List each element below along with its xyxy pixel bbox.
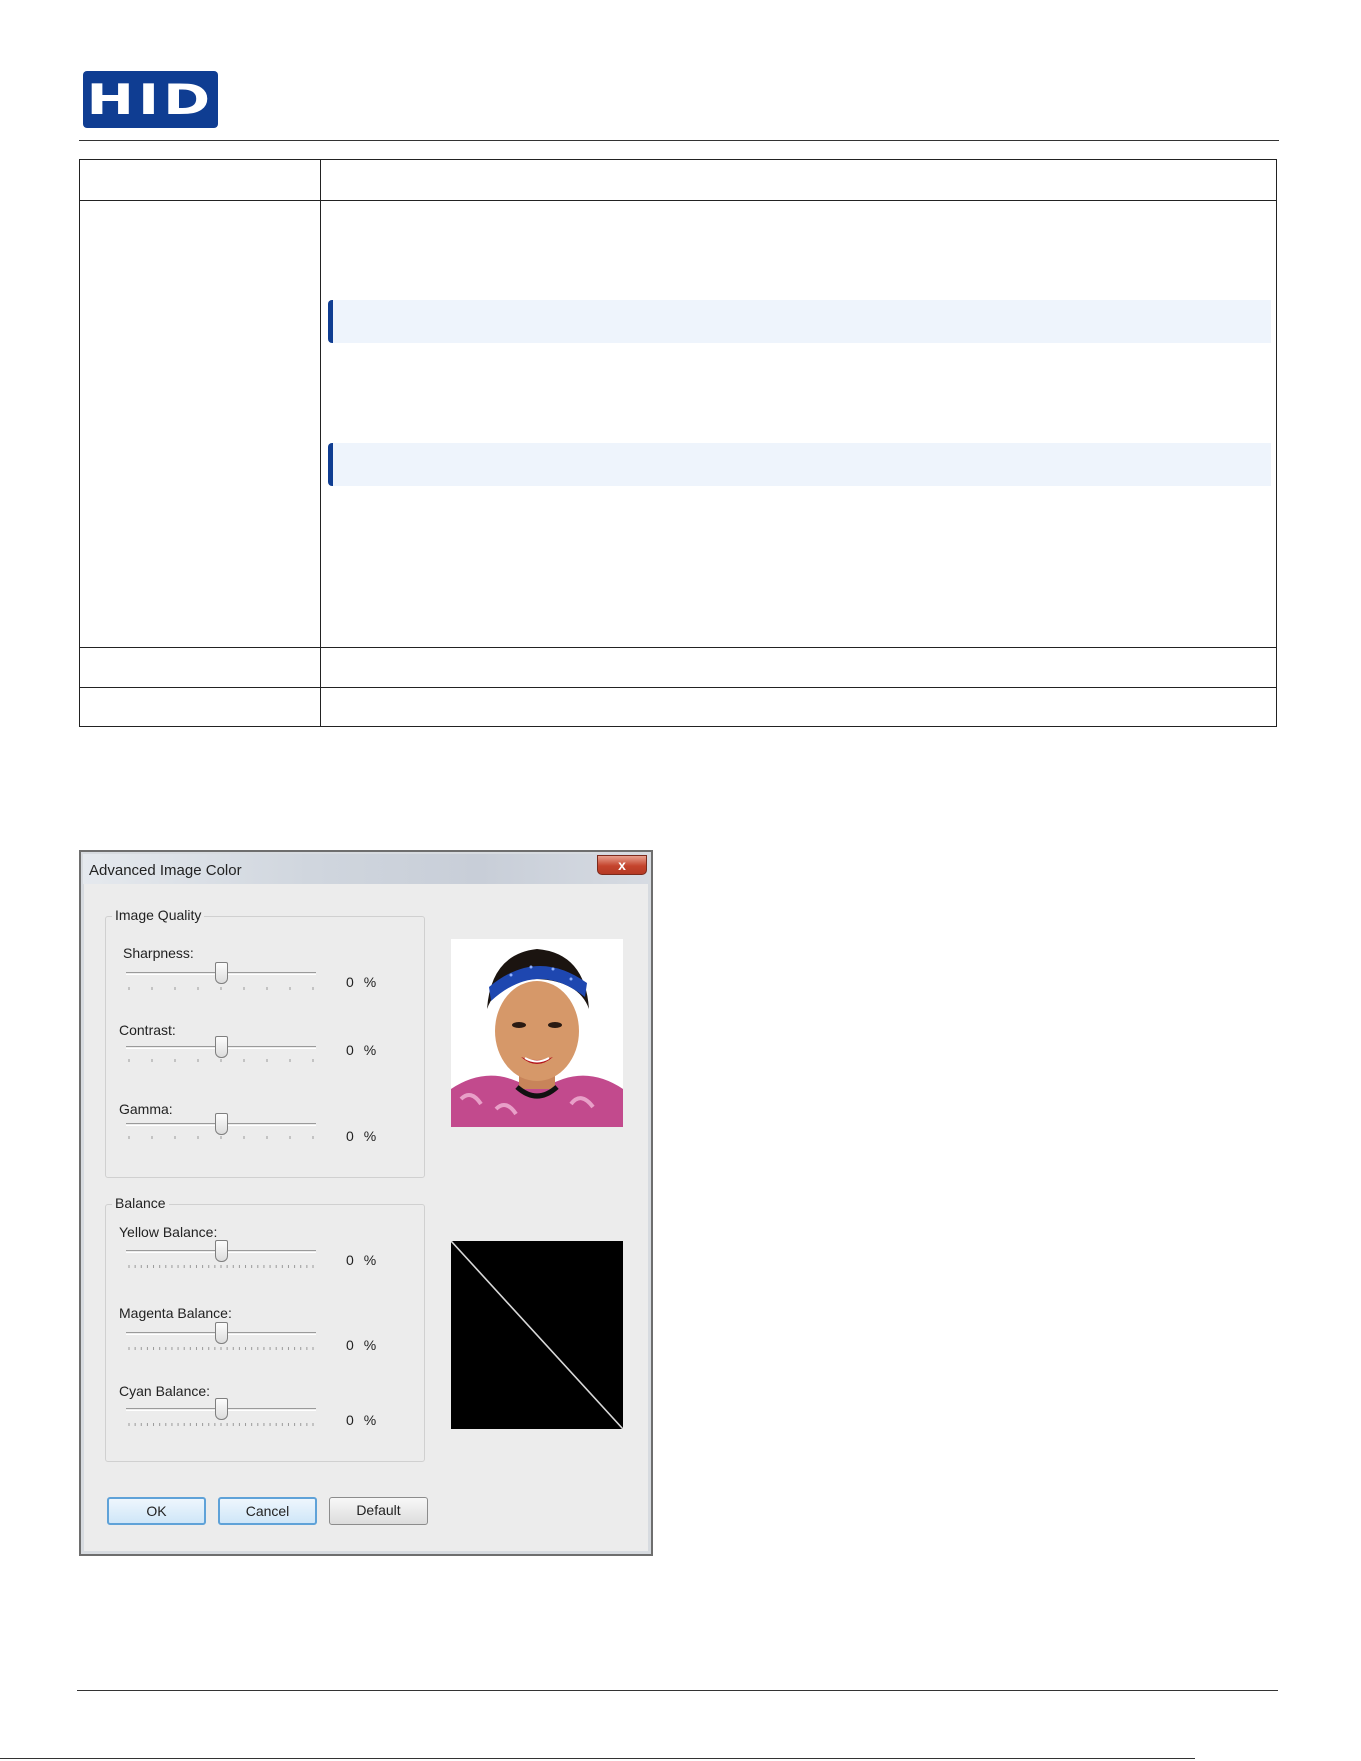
header-divider — [79, 140, 1279, 141]
yellow-balance-slider-thumb[interactable] — [215, 1240, 228, 1262]
yellow-balance-value: 0% — [346, 1252, 377, 1268]
gamma-value: 0% — [346, 1128, 377, 1144]
footer-divider — [77, 1690, 1278, 1691]
magenta-balance-slider-thumb[interactable] — [215, 1322, 228, 1344]
yellow-balance-label: Yellow Balance: — [119, 1224, 218, 1240]
note-callout — [328, 443, 1271, 486]
image-quality-legend: Image Quality — [112, 907, 205, 923]
gamma-slider-ticks — [128, 1136, 314, 1139]
default-button[interactable]: Default — [329, 1497, 428, 1525]
dialog-titlebar[interactable]: Advanced Image Color x — [83, 854, 649, 884]
yellow-balance-slider-ticks — [128, 1265, 314, 1268]
contrast-label: Contrast: — [119, 1022, 176, 1038]
cancel-button[interactable]: Cancel — [218, 1497, 317, 1525]
magenta-balance-label: Magenta Balance: — [119, 1305, 232, 1321]
close-button[interactable]: x — [597, 855, 647, 875]
sharpness-slider-thumb[interactable] — [215, 962, 228, 984]
balance-curve-preview — [451, 1241, 623, 1429]
content-table — [79, 159, 1277, 727]
note-callout — [328, 300, 1271, 343]
magenta-balance-slider-ticks — [128, 1347, 314, 1350]
cyan-balance-label: Cyan Balance: — [119, 1383, 211, 1399]
preview-photo — [451, 939, 623, 1127]
contrast-value: 0% — [346, 1042, 377, 1058]
close-icon: x — [618, 857, 626, 873]
cyan-balance-value: 0% — [346, 1412, 377, 1428]
cyan-balance-slider-thumb[interactable] — [215, 1398, 228, 1420]
bottom-divider — [0, 1758, 1195, 1759]
sharpness-label: Sharpness: — [123, 945, 194, 961]
table-header-row-divider — [80, 200, 1276, 201]
sharpness-value: 0% — [346, 974, 377, 990]
logo-text: HID — [86, 75, 215, 124]
magenta-balance-value: 0% — [346, 1337, 377, 1353]
hid-logo: HID — [83, 71, 218, 128]
ok-button[interactable]: OK — [107, 1497, 206, 1525]
advanced-image-color-dialog: Advanced Image Color x Image Quality Sha… — [79, 850, 653, 1556]
dialog-title: Advanced Image Color — [89, 862, 242, 879]
balance-legend: Balance — [112, 1195, 169, 1211]
gamma-label: Gamma: — [119, 1101, 173, 1117]
sharpness-slider-ticks — [128, 987, 314, 990]
table-row-divider — [80, 687, 1276, 688]
table-row-divider — [80, 647, 1276, 648]
gamma-slider-thumb[interactable] — [215, 1113, 228, 1135]
contrast-slider-thumb[interactable] — [215, 1036, 228, 1058]
cyan-balance-slider-ticks — [128, 1423, 314, 1426]
table-column-divider — [320, 160, 321, 726]
contrast-slider-ticks — [128, 1059, 314, 1062]
